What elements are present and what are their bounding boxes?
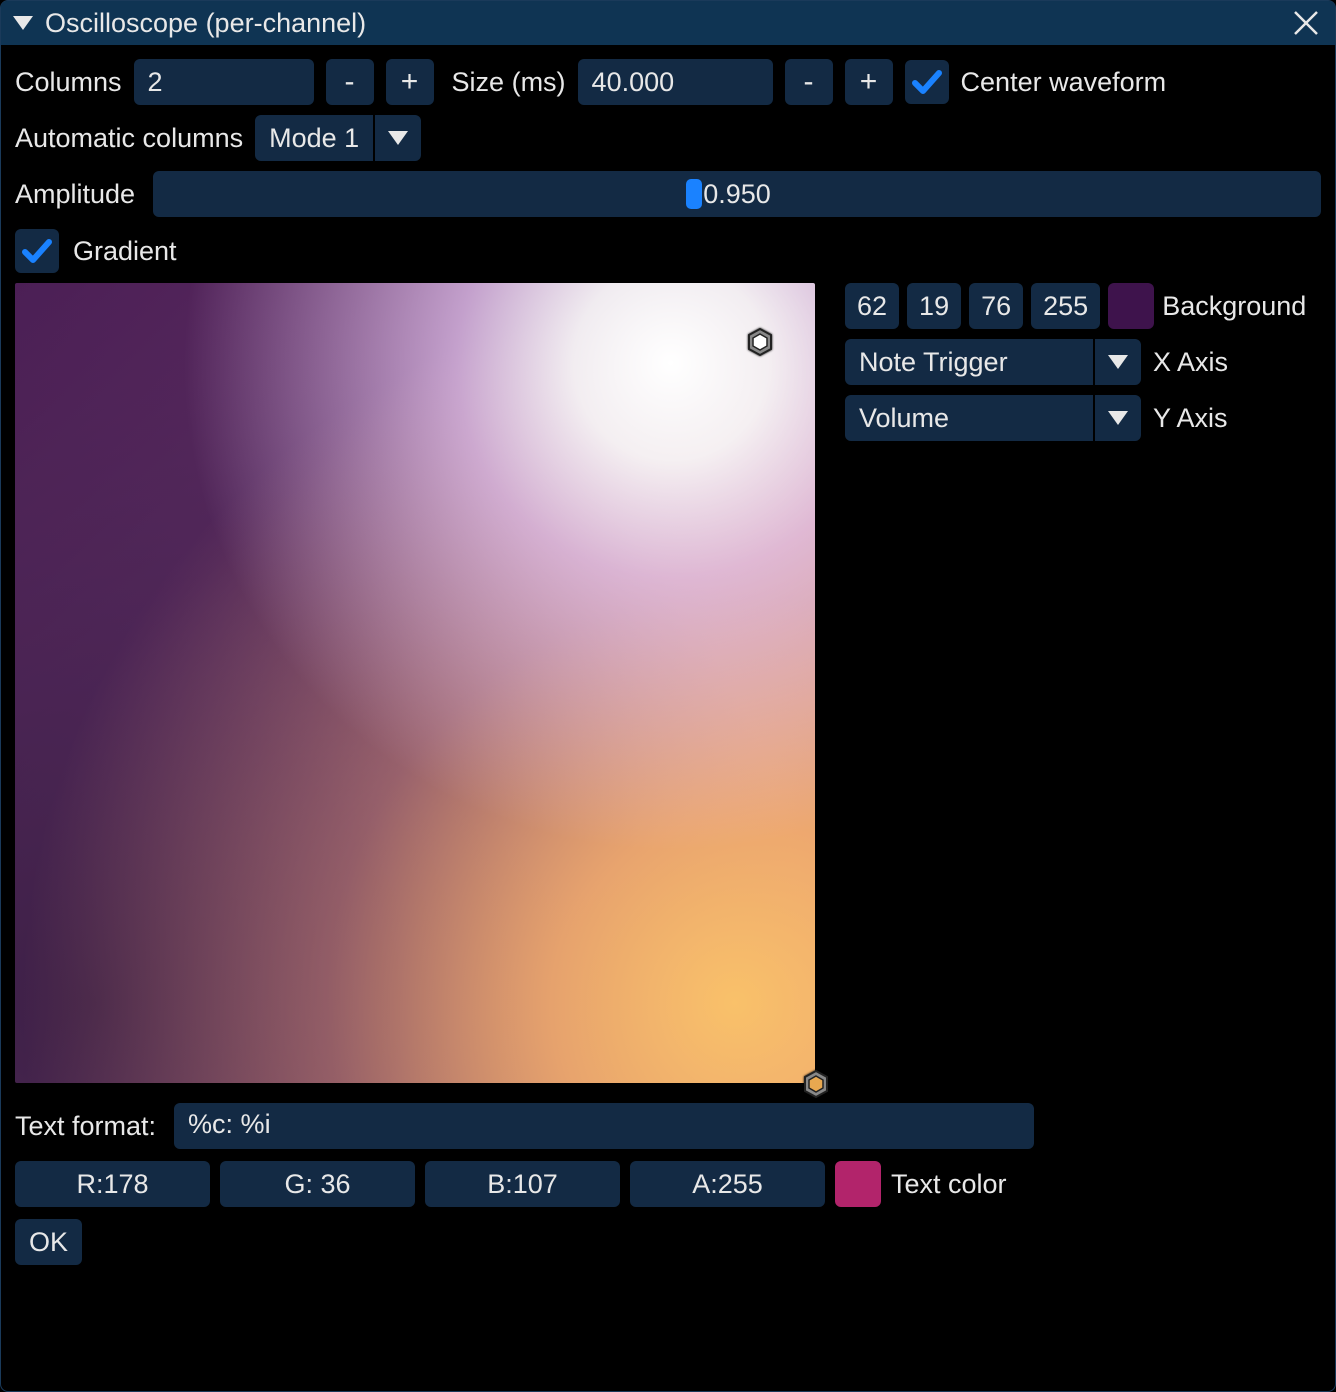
columns-plus-button[interactable]: + xyxy=(386,59,434,105)
text-color-g-input[interactable]: G: 36 xyxy=(220,1161,415,1207)
columns-minus-button[interactable]: - xyxy=(326,59,374,105)
x-axis-value: Note Trigger xyxy=(845,339,1093,385)
chevron-down-icon[interactable] xyxy=(375,115,421,161)
background-b-input[interactable]: 76 xyxy=(969,283,1023,329)
background-r-input[interactable]: 62 xyxy=(845,283,899,329)
titlebar[interactable]: Oscilloscope (per-channel) xyxy=(1,1,1335,45)
text-color-a-input[interactable]: A:255 xyxy=(630,1161,825,1207)
gradient-handle-1[interactable] xyxy=(745,327,775,357)
columns-input[interactable]: 2 xyxy=(134,59,314,105)
size-input[interactable]: 40.000 xyxy=(578,59,773,105)
ok-button[interactable]: OK xyxy=(15,1219,82,1265)
chevron-down-icon[interactable] xyxy=(1095,339,1141,385)
text-color-r-input[interactable]: R:178 xyxy=(15,1161,210,1207)
background-label: Background xyxy=(1162,291,1306,322)
text-format-label: Text format: xyxy=(15,1111,156,1142)
center-waveform-label: Center waveform xyxy=(961,67,1167,98)
background-a-input[interactable]: 255 xyxy=(1031,283,1100,329)
text-format-input[interactable]: %c: %i xyxy=(174,1103,1034,1149)
background-swatch[interactable] xyxy=(1108,283,1154,329)
size-plus-button[interactable]: + xyxy=(845,59,893,105)
auto-columns-dropdown[interactable]: Mode 1 xyxy=(255,115,421,161)
collapse-icon[interactable] xyxy=(13,16,33,30)
gradient-handle-2[interactable] xyxy=(801,1069,831,1099)
y-axis-dropdown[interactable]: Volume xyxy=(845,395,1141,441)
text-color-swatch[interactable] xyxy=(835,1161,881,1207)
window-title: Oscilloscope (per-channel) xyxy=(45,8,1289,39)
gradient-checkbox[interactable] xyxy=(15,229,59,273)
close-button[interactable] xyxy=(1289,6,1323,40)
chevron-down-icon[interactable] xyxy=(1095,395,1141,441)
gradient-label: Gradient xyxy=(73,236,177,267)
auto-columns-label: Automatic columns xyxy=(15,123,243,154)
x-axis-dropdown[interactable]: Note Trigger xyxy=(845,339,1141,385)
text-color-label: Text color xyxy=(891,1169,1007,1200)
slider-thumb[interactable] xyxy=(686,179,702,209)
y-axis-value: Volume xyxy=(845,395,1093,441)
amplitude-label: Amplitude xyxy=(15,179,135,210)
auto-columns-value: Mode 1 xyxy=(255,115,373,161)
y-axis-label: Y Axis xyxy=(1153,403,1228,434)
gradient-color-map[interactable] xyxy=(15,283,815,1083)
size-minus-button[interactable]: - xyxy=(785,59,833,105)
text-color-b-input[interactable]: B:107 xyxy=(425,1161,620,1207)
center-waveform-checkbox[interactable] xyxy=(905,60,949,104)
size-label: Size (ms) xyxy=(452,67,566,98)
amplitude-slider[interactable]: 0.950 xyxy=(153,171,1321,217)
columns-label: Columns xyxy=(15,67,122,98)
background-g-input[interactable]: 19 xyxy=(907,283,961,329)
x-axis-label: X Axis xyxy=(1153,347,1228,378)
amplitude-value: 0.950 xyxy=(703,179,771,210)
